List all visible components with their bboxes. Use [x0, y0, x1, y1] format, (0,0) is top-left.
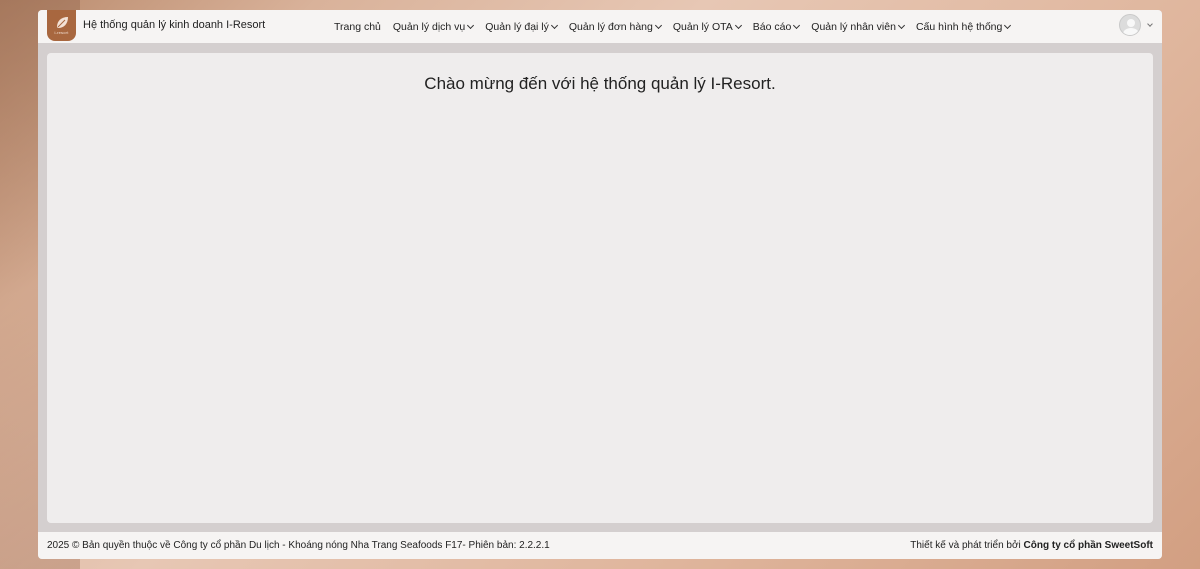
user-avatar-icon[interactable]: [1119, 14, 1141, 36]
menu-item-label: Quản lý dịch vụ: [392, 20, 466, 33]
menu-item-services[interactable]: Quản lý dịch vụ: [387, 21, 479, 33]
menu-item-settings[interactable]: Cấu hình hệ thống: [910, 21, 1016, 33]
menu-item-label: Quản lý đơn hàng: [568, 20, 653, 33]
menu-item-label: Quản lý nhân viên: [811, 20, 896, 33]
footer-credits-prefix: Thiết kế và phát triển bởi: [910, 540, 1024, 551]
menu-item-label: Cấu hình hệ thống: [915, 20, 1003, 33]
main-content: Chào mừng đến với hệ thống quản lý I-Res…: [47, 53, 1153, 523]
logo-text: i-resort: [54, 30, 69, 35]
welcome-message: Chào mừng đến với hệ thống quản lý I-Res…: [424, 74, 776, 93]
resort-logo[interactable]: i-resort: [47, 10, 76, 41]
app-window: i-resort Hệ thống quản lý kinh doanh I-R…: [38, 10, 1162, 559]
user-menu[interactable]: [1119, 14, 1153, 36]
menu-item-ota[interactable]: Quản lý OTA: [667, 21, 747, 33]
menu-item-reports[interactable]: Báo cáo: [747, 21, 806, 33]
menu-item-agents[interactable]: Quản lý đại lý: [479, 21, 563, 33]
chevron-down-icon: [793, 21, 801, 29]
menu-item-orders[interactable]: Quản lý đơn hàng: [563, 21, 667, 33]
menu-item-home[interactable]: Trang chủ: [328, 21, 387, 33]
menu-item-label: Quản lý đại lý: [485, 20, 549, 33]
chevron-down-icon: [734, 21, 742, 29]
footer-credits: Thiết kế và phát triển bởi Công ty cổ ph…: [910, 540, 1153, 551]
menu-item-label: Trang chủ: [334, 20, 381, 33]
brand-title[interactable]: Hệ thống quản lý kinh doanh I-Resort: [83, 19, 265, 31]
chevron-down-icon: [897, 21, 905, 29]
top-navbar: i-resort Hệ thống quản lý kinh doanh I-R…: [38, 10, 1162, 43]
chevron-down-icon: [1004, 21, 1012, 29]
chevron-down-icon: [550, 21, 558, 29]
chevron-down-icon: [654, 21, 662, 29]
footer: 2025 © Bản quyền thuộc về Công ty cổ phầ…: [38, 532, 1162, 559]
chevron-down-icon: [467, 21, 475, 29]
leaf-icon: [56, 17, 68, 28]
chevron-down-icon: [1147, 20, 1153, 27]
footer-copyright: 2025 © Bản quyền thuộc về Công ty cổ phầ…: [47, 540, 550, 551]
menu-item-label: Quản lý OTA: [672, 20, 733, 33]
main-menu: Trang chủ Quản lý dịch vụ Quản lý đại lý…: [328, 10, 1016, 43]
menu-item-staff[interactable]: Quản lý nhân viên: [805, 21, 910, 33]
footer-credits-company[interactable]: Công ty cổ phần SweetSoft: [1024, 540, 1153, 551]
menu-item-label: Báo cáo: [752, 20, 792, 33]
